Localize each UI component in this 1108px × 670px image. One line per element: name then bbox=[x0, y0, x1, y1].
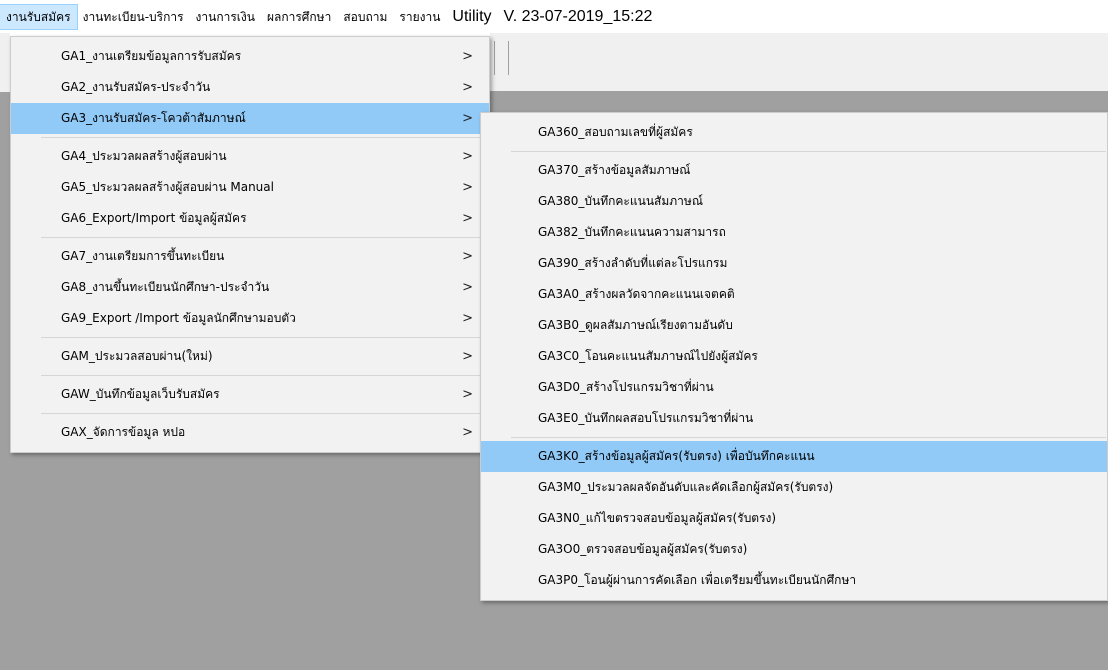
ga3-submenu: GA360_สอบถามเลขที่ผู้สมัคร GA370_สร้างข้… bbox=[480, 112, 1108, 601]
menu-item-ga4[interactable]: GA4_ประมวลผลสร้างผู้สอบผ่าน > bbox=[11, 141, 489, 172]
chevron-right-icon: > bbox=[462, 280, 473, 295]
menu-item-label: GA4_ประมวลผลสร้างผู้สอบผ่าน bbox=[61, 149, 227, 163]
menu-item-label: GA6_Export/Import ข้อมูลผู้สมัคร bbox=[61, 211, 247, 225]
menu-item-label: GA3_งานรับสมัคร-โควต้าสัมภาษณ์ bbox=[61, 111, 246, 125]
submenu-item-ga382[interactable]: GA382_บันทึกคะแนนความสามารถ bbox=[481, 217, 1107, 248]
submenu-item-ga3d0[interactable]: GA3D0_สร้างโปรแกรมวิชาที่ผ่าน bbox=[481, 372, 1107, 403]
menu-item-ga3[interactable]: GA3_งานรับสมัคร-โควต้าสัมภาษณ์ > bbox=[11, 103, 489, 134]
menu-item-label: GA1_งานเตรียมข้อมูลการรับสมัคร bbox=[61, 49, 242, 63]
toolbar-separator bbox=[494, 41, 495, 75]
chevron-right-icon: > bbox=[462, 349, 473, 364]
menu-item-label: GA5_ประมวลผลสร้างผู้สอบผ่าน Manual bbox=[61, 180, 274, 194]
menu-item-ga6[interactable]: GA6_Export/Import ข้อมูลผู้สมัคร > bbox=[11, 203, 489, 234]
menubar-item-registration[interactable]: งานทะเบียน-บริการ bbox=[77, 5, 190, 29]
chevron-right-icon: > bbox=[462, 425, 473, 440]
menu-item-ga8[interactable]: GA8_งานขึ้นทะเบียนนักศึกษา-ประจำวัน > bbox=[11, 272, 489, 303]
chevron-right-icon: > bbox=[462, 180, 473, 195]
menu-item-label: GA7_งานเตรียมการขึ้นทะเบียน bbox=[61, 249, 225, 263]
toolbar-separator bbox=[508, 41, 509, 75]
submenu-item-ga3c0[interactable]: GA3C0_โอนคะแนนสัมภาษณ์ไปยังผู้สมัคร bbox=[481, 341, 1107, 372]
submenu-item-ga3m0[interactable]: GA3M0_ประมวลผลจัดอันดับและคัดเลือกผู้สมั… bbox=[481, 472, 1107, 503]
menu-item-label: GA380_บันทึกคะแนนสัมภาษณ์ bbox=[538, 194, 703, 208]
menu-item-label: GA370_สร้างข้อมูลสัมภาษณ์ bbox=[538, 163, 691, 177]
menu-item-label: GA3A0_สร้างผลวัดจากคะแนนเจตคติ bbox=[538, 287, 735, 301]
menu-item-ga9[interactable]: GA9_Export /Import ข้อมูลนักศึกษามอบตัว … bbox=[11, 303, 489, 334]
menu-separator bbox=[511, 437, 1106, 438]
menu-item-ga7[interactable]: GA7_งานเตรียมการขึ้นทะเบียน > bbox=[11, 241, 489, 272]
menubar-item-utility[interactable]: Utility bbox=[446, 5, 497, 29]
menu-item-ga2[interactable]: GA2_งานรับสมัคร-ประจำวัน > bbox=[11, 72, 489, 103]
menu-item-label: GA3N0_แก้ไขตรวจสอบข้อมูลผู้สมัคร(รับตรง) bbox=[538, 511, 777, 525]
menu-item-label: GA2_งานรับสมัคร-ประจำวัน bbox=[61, 80, 211, 94]
chevron-right-icon: > bbox=[462, 80, 473, 95]
chevron-right-icon: > bbox=[462, 111, 473, 126]
menu-separator bbox=[41, 413, 488, 414]
menu-separator bbox=[41, 137, 488, 138]
version-label: V. 23-07-2019_15:22 bbox=[503, 7, 653, 25]
menu-item-label: GA9_Export /Import ข้อมูลนักศึกษามอบตัว bbox=[61, 311, 296, 325]
chevron-right-icon: > bbox=[462, 149, 473, 164]
menubar-item-reports[interactable]: รายงาน bbox=[393, 5, 446, 29]
menu-item-gax[interactable]: GAX_จัดการข้อมูล หปอ > bbox=[11, 417, 489, 448]
submenu-item-ga3e0[interactable]: GA3E0_บันทึกผลสอบโปรแกรมวิชาที่ผ่าน bbox=[481, 403, 1107, 434]
chevron-right-icon: > bbox=[462, 211, 473, 226]
submenu-item-ga380[interactable]: GA380_บันทึกคะแนนสัมภาษณ์ bbox=[481, 186, 1107, 217]
menu-item-label: GAW_บันทึกข้อมูลเว็บรับสมัคร bbox=[61, 387, 220, 401]
submenu-item-ga370[interactable]: GA370_สร้างข้อมูลสัมภาษณ์ bbox=[481, 155, 1107, 186]
submenu-item-ga360[interactable]: GA360_สอบถามเลขที่ผู้สมัคร bbox=[481, 117, 1107, 148]
menu-item-label: GA3D0_สร้างโปรแกรมวิชาที่ผ่าน bbox=[538, 380, 714, 394]
submenu-item-ga3k0[interactable]: GA3K0_สร้างข้อมูลผู้สมัคร(รับตรง) เพื่อบ… bbox=[481, 441, 1107, 472]
menubar-item-inquiry[interactable]: สอบถาม bbox=[337, 5, 393, 29]
menu-item-label: GA3O0_ตรวจสอบข้อมูลผู้สมัคร(รับตรง) bbox=[538, 542, 748, 556]
menu-separator bbox=[41, 337, 488, 338]
chevron-right-icon: > bbox=[462, 249, 473, 264]
chevron-right-icon: > bbox=[462, 311, 473, 326]
menubar-item-finance[interactable]: งานการเงิน bbox=[190, 5, 261, 29]
menu-item-label: GA3M0_ประมวลผลจัดอันดับและคัดเลือกผู้สมั… bbox=[538, 480, 834, 494]
menu-item-gaw[interactable]: GAW_บันทึกข้อมูลเว็บรับสมัคร > bbox=[11, 379, 489, 410]
submenu-item-ga3a0[interactable]: GA3A0_สร้างผลวัดจากคะแนนเจตคติ bbox=[481, 279, 1107, 310]
menu-item-gam[interactable]: GAM_ประมวลสอบผ่าน(ใหม่) > bbox=[11, 341, 489, 372]
menu-item-label: GA8_งานขึ้นทะเบียนนักศึกษา-ประจำวัน bbox=[61, 280, 270, 294]
menu-bar: งานรับสมัคร งานทะเบียน-บริการ งานการเงิน… bbox=[0, 0, 1108, 33]
menu-item-label: GA3P0_โอนผู้ผ่านการคัดเลือก เพื่อเตรียมข… bbox=[538, 573, 857, 587]
submenu-item-ga390[interactable]: GA390_สร้างลำดับที่แต่ละโปรแกรม bbox=[481, 248, 1107, 279]
submenu-item-ga3n0[interactable]: GA3N0_แก้ไขตรวจสอบข้อมูลผู้สมัคร(รับตรง) bbox=[481, 503, 1107, 534]
chevron-right-icon: > bbox=[462, 387, 473, 402]
chevron-right-icon: > bbox=[462, 49, 473, 64]
menu-item-label: GA360_สอบถามเลขที่ผู้สมัคร bbox=[538, 125, 693, 139]
submenu-item-ga3o0[interactable]: GA3O0_ตรวจสอบข้อมูลผู้สมัคร(รับตรง) bbox=[481, 534, 1107, 565]
menu-item-label: GA3E0_บันทึกผลสอบโปรแกรมวิชาที่ผ่าน bbox=[538, 411, 754, 425]
menu-item-ga1[interactable]: GA1_งานเตรียมข้อมูลการรับสมัคร > bbox=[11, 41, 489, 72]
menu-separator bbox=[41, 237, 488, 238]
menubar-item-admission[interactable]: งานรับสมัคร bbox=[0, 3, 78, 30]
admission-dropdown-menu: GA1_งานเตรียมข้อมูลการรับสมัคร > GA2_งาน… bbox=[10, 36, 490, 453]
menu-separator bbox=[511, 151, 1106, 152]
menu-item-label: GA382_บันทึกคะแนนความสามารถ bbox=[538, 225, 726, 239]
submenu-item-ga3b0[interactable]: GA3B0_ดูผลสัมภาษณ์เรียงตามอันดับ bbox=[481, 310, 1107, 341]
menubar-item-results[interactable]: ผลการศึกษา bbox=[261, 5, 337, 29]
menu-item-ga5[interactable]: GA5_ประมวลผลสร้างผู้สอบผ่าน Manual > bbox=[11, 172, 489, 203]
submenu-item-ga3p0[interactable]: GA3P0_โอนผู้ผ่านการคัดเลือก เพื่อเตรียมข… bbox=[481, 565, 1107, 596]
menu-item-label: GAX_จัดการข้อมูล หปอ bbox=[61, 425, 186, 439]
toolbar bbox=[490, 33, 1108, 92]
menu-item-label: GAM_ประมวลสอบผ่าน(ใหม่) bbox=[61, 349, 213, 363]
menu-item-label: GA3B0_ดูผลสัมภาษณ์เรียงตามอันดับ bbox=[538, 318, 733, 332]
menu-item-label: GA3C0_โอนคะแนนสัมภาษณ์ไปยังผู้สมัคร bbox=[538, 349, 758, 363]
menu-separator bbox=[41, 375, 488, 376]
menu-item-label: GA390_สร้างลำดับที่แต่ละโปรแกรม bbox=[538, 256, 728, 270]
toolbar-left-edge bbox=[0, 33, 10, 92]
menu-item-label: GA3K0_สร้างข้อมูลผู้สมัคร(รับตรง) เพื่อบ… bbox=[538, 449, 815, 463]
